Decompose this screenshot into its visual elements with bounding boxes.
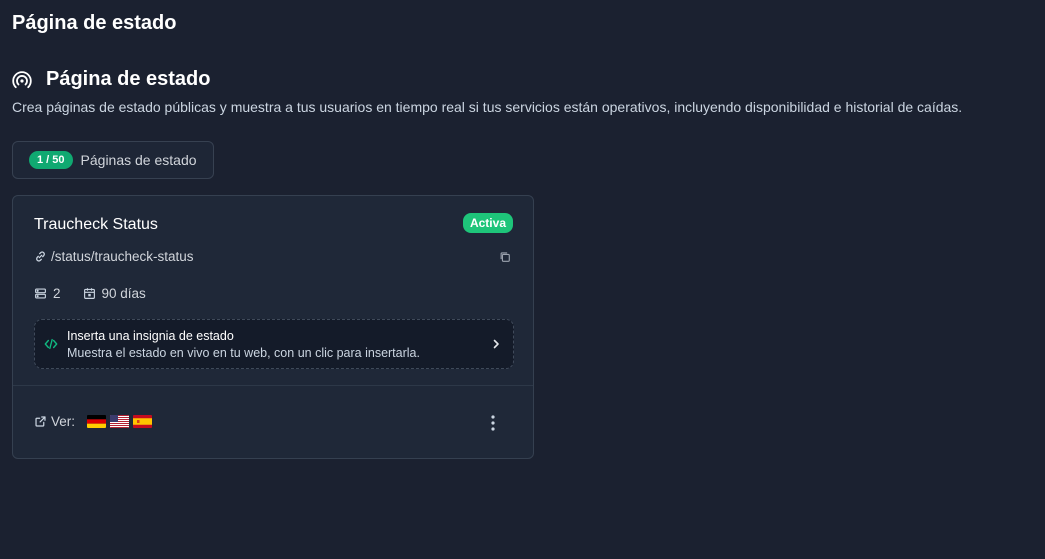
link-icon: [36, 251, 45, 262]
page-title: Página de estado: [12, 12, 177, 34]
status-page-counter: 1 / 50 Páginas de estado: [12, 141, 214, 179]
chevron-right-icon: [493, 339, 499, 349]
calendar-icon: [83, 288, 95, 299]
counter-pill: 1 / 50: [29, 151, 73, 169]
us-flag-icon[interactable]: [110, 415, 130, 428]
server-icon: [35, 288, 46, 299]
history-period: 90 días: [101, 286, 146, 301]
german-flag-icon[interactable]: [87, 415, 107, 428]
spanish-flag-icon[interactable]: [133, 415, 153, 428]
copy-icon[interactable]: [499, 251, 511, 263]
more-options-button[interactable]: [485, 414, 501, 432]
code-icon: [44, 338, 58, 350]
meta-row: 2 90 días: [34, 286, 146, 301]
view-row: Ver:: [34, 414, 153, 429]
status-page-name: Traucheck Status: [34, 216, 158, 233]
section-description: Crea páginas de estado públicas y muestr…: [12, 99, 963, 115]
broadcast-icon: [12, 70, 32, 88]
language-flags: [87, 415, 153, 428]
status-page-card: Traucheck Status Activa /status/trauchec…: [12, 195, 534, 459]
view-label: Ver:: [51, 414, 76, 429]
slug-row: /status/traucheck-status: [34, 249, 194, 264]
counter-label: Páginas de estado: [80, 152, 197, 168]
external-link-icon: [35, 416, 46, 427]
card-divider: [13, 385, 533, 386]
monitor-count: 2: [53, 286, 61, 301]
section-title: Página de estado: [46, 68, 211, 90]
kebab-menu-icon: [491, 415, 495, 431]
section-header: Página de estado: [12, 68, 211, 91]
status-page-slug[interactable]: /status/traucheck-status: [51, 249, 194, 264]
embed-badge-button[interactable]: Inserta una insignia de estado Muestra e…: [34, 319, 514, 369]
embed-title: Inserta una insignia de estado: [67, 329, 234, 343]
embed-subtitle: Muestra el estado en vivo en tu web, con…: [67, 346, 420, 360]
status-badge: Activa: [462, 213, 513, 233]
